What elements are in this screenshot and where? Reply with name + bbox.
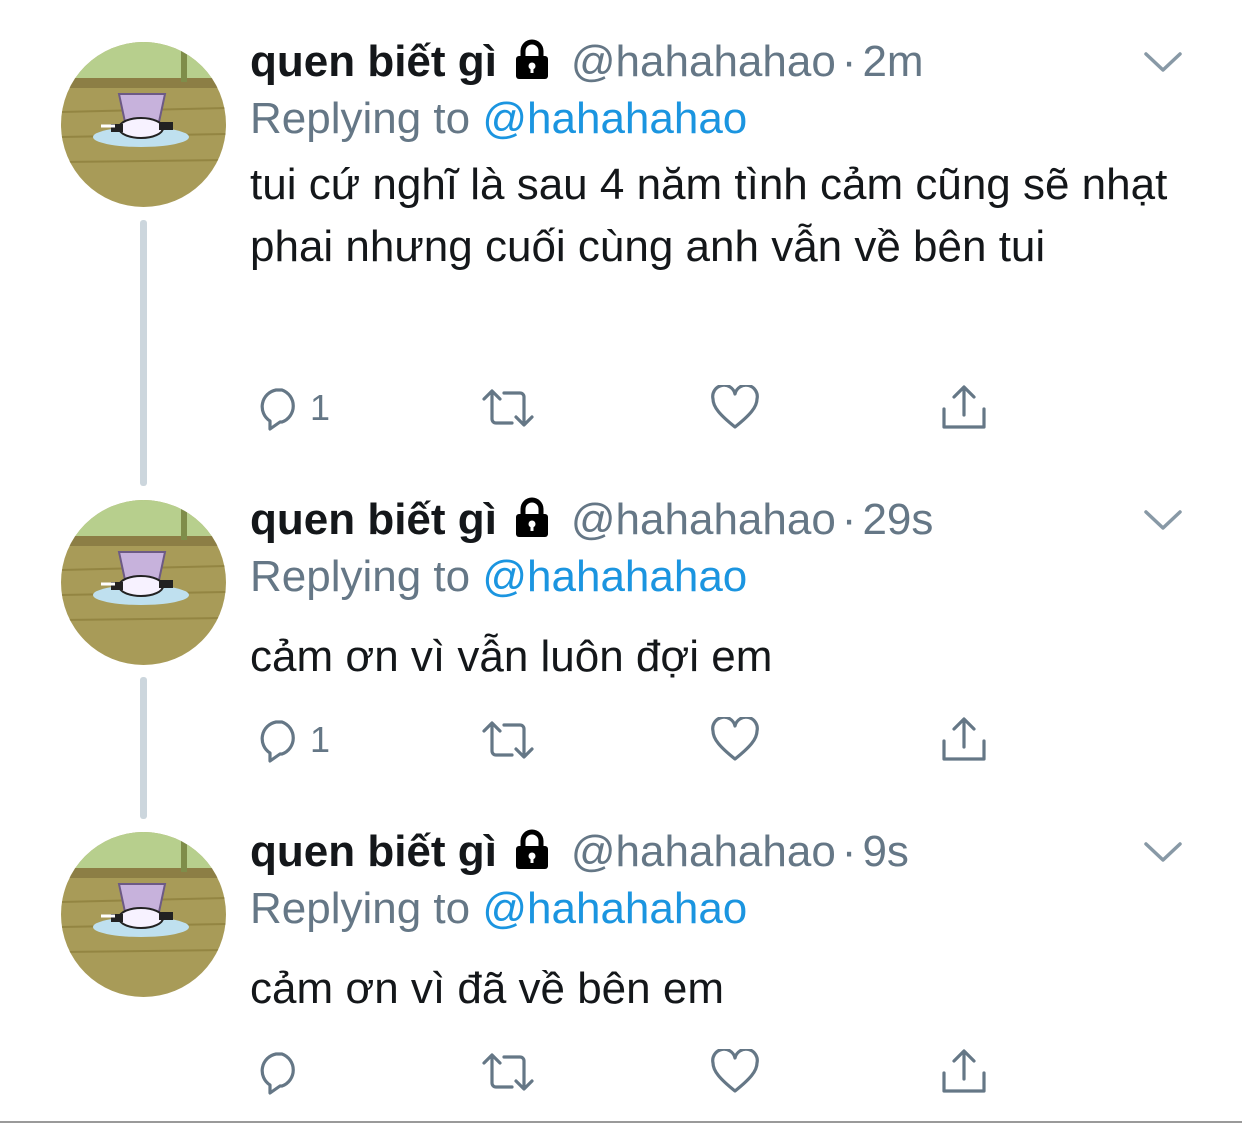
reply-count: 1	[310, 719, 331, 760]
tweet-header: quen biết gì @hahahahao · 29s	[250, 492, 933, 548]
reply-button[interactable]	[256, 1042, 310, 1102]
avatar[interactable]	[61, 42, 226, 207]
chevron-down-icon[interactable]	[1140, 44, 1186, 80]
share-icon	[942, 385, 986, 429]
user-handle[interactable]: @hahahahao	[571, 827, 836, 877]
lock-icon	[511, 39, 553, 86]
heart-icon	[711, 385, 759, 429]
retweet-button[interactable]	[480, 710, 544, 770]
replying-to-label: Replying to	[250, 884, 483, 933]
replying-to-line: Replying to @hahahahao	[250, 884, 747, 934]
divider	[0, 1121, 1242, 1123]
tweet[interactable]: quen biết gì @hahahahao · 2m Replying to…	[0, 34, 1242, 454]
reply-button[interactable]: 1	[256, 710, 330, 770]
reply-count: 1	[310, 387, 331, 428]
retweet-icon	[482, 721, 534, 759]
tweet-text: cảm ơn vì vẫn luôn đợi em	[250, 632, 773, 681]
tweet-actions	[250, 1042, 1010, 1102]
share-button[interactable]	[940, 378, 988, 438]
reply-icon	[260, 388, 295, 431]
separator-dot: ·	[841, 495, 857, 544]
replying-to-label: Replying to	[250, 552, 483, 601]
like-button[interactable]	[710, 1042, 768, 1102]
like-button[interactable]	[710, 378, 768, 438]
reply-button[interactable]: 1	[256, 378, 330, 438]
timestamp[interactable]: 2m	[862, 37, 923, 87]
replying-to-label: Replying to	[250, 94, 483, 143]
replying-to-line: Replying to @hahahahao	[250, 552, 747, 602]
lock-icon	[511, 829, 553, 876]
lock-icon	[511, 497, 553, 544]
replying-to-mention[interactable]: @hahahahao	[482, 552, 747, 601]
tweet-text: tui cứ nghĩ là sau 4 năm tình cảm cũng s…	[250, 160, 1168, 271]
share-icon	[942, 717, 986, 761]
chevron-down-icon[interactable]	[1140, 834, 1186, 870]
share-icon	[942, 1049, 986, 1093]
display-name[interactable]: quen biết gì	[250, 827, 497, 877]
chevron-down-icon[interactable]	[1140, 502, 1186, 538]
share-button[interactable]	[940, 710, 988, 770]
tweet[interactable]: quen biết gì @hahahahao · 9s Replying to…	[0, 824, 1242, 1114]
reply-icon	[260, 720, 295, 763]
retweet-button[interactable]	[480, 378, 544, 438]
retweet-button[interactable]	[480, 1042, 544, 1102]
tweet-text: cảm ơn vì đã về bên em	[250, 964, 724, 1013]
replying-to-line: Replying to @hahahahao	[250, 94, 747, 144]
avatar[interactable]	[61, 500, 226, 665]
tweet-actions: 1	[250, 710, 1010, 770]
replying-to-mention[interactable]: @hahahahao	[482, 884, 747, 933]
avatar[interactable]	[61, 832, 226, 997]
tweet[interactable]: quen biết gì @hahahahao · 29s Replying t…	[0, 492, 1242, 792]
heart-icon	[711, 1049, 759, 1093]
user-handle[interactable]: @hahahahao	[571, 37, 836, 87]
reply-icon	[260, 1052, 295, 1095]
timestamp[interactable]: 9s	[862, 827, 908, 877]
retweet-icon	[482, 389, 534, 427]
tweet-actions: 1	[250, 378, 1010, 438]
share-button[interactable]	[940, 1042, 988, 1102]
separator-dot: ·	[841, 827, 857, 876]
user-handle[interactable]: @hahahahao	[571, 495, 836, 545]
display-name[interactable]: quen biết gì	[250, 37, 497, 87]
separator-dot: ·	[841, 37, 857, 86]
retweet-icon	[482, 1053, 534, 1091]
heart-icon	[711, 717, 759, 761]
like-button[interactable]	[710, 710, 768, 770]
tweet-header: quen biết gì @hahahahao · 9s	[250, 824, 909, 880]
replying-to-mention[interactable]: @hahahahao	[482, 94, 747, 143]
tweet-header: quen biết gì @hahahahao · 2m	[250, 34, 924, 90]
timestamp[interactable]: 29s	[862, 495, 933, 545]
display-name[interactable]: quen biết gì	[250, 495, 497, 545]
